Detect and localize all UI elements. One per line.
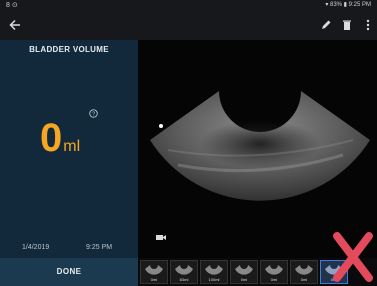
- thumbnail-label: 0ml: [150, 277, 158, 282]
- camera-icon[interactable]: [156, 235, 166, 240]
- thumbnail-label: 0ml: [300, 277, 308, 282]
- volume-value: 0: [40, 116, 63, 160]
- scan-date: 1/4/2019: [22, 244, 50, 251]
- more-vertical-icon[interactable]: [362, 19, 374, 31]
- thumbnail[interactable]: 100ml: [200, 260, 228, 284]
- back-arrow-icon[interactable]: [8, 18, 22, 32]
- thumbnail-label: 83ml: [179, 277, 189, 282]
- ultrasound-image-area: [138, 40, 377, 258]
- thumbnail-label: 100ml: [208, 277, 220, 282]
- help-icon[interactable]: ?: [89, 109, 98, 118]
- svg-text:?: ?: [92, 111, 95, 117]
- thumbnail[interactable]: 83ml: [170, 260, 198, 284]
- status-left: 8 ⊙: [6, 2, 18, 9]
- volume-panel: BLADDER VOLUME ? 0ml 1/4/2019 9:25 PM: [0, 40, 138, 258]
- thumbnail-label: 0ml: [270, 277, 278, 282]
- thumbnail-label: 0ml: [240, 277, 248, 282]
- thumbnail[interactable]: 0ml: [290, 260, 318, 284]
- scan-time: 9:25 PM: [86, 244, 113, 251]
- volume-readout: 0ml: [40, 118, 80, 158]
- volume-unit: ml: [63, 138, 81, 155]
- status-bar: 8 ⊙ ▾ 83% ▮ 9:25 PM: [0, 0, 377, 12]
- thumbnail[interactable]: 0ml: [230, 260, 258, 284]
- trash-icon[interactable]: [341, 19, 353, 31]
- status-right: ▾ 83% ▮ 9:25 PM: [325, 2, 371, 8]
- top-toolbar: [0, 12, 377, 40]
- thumbnail[interactable]: 0ml: [260, 260, 288, 284]
- done-button[interactable]: DONE: [0, 258, 138, 286]
- thumbnail[interactable]: 0ml: [140, 260, 168, 284]
- ultrasound-scan: [150, 91, 370, 240]
- panel-title: BLADDER VOLUME: [29, 45, 109, 54]
- x-mark-icon: [333, 232, 373, 282]
- pencil-icon[interactable]: [320, 19, 332, 31]
